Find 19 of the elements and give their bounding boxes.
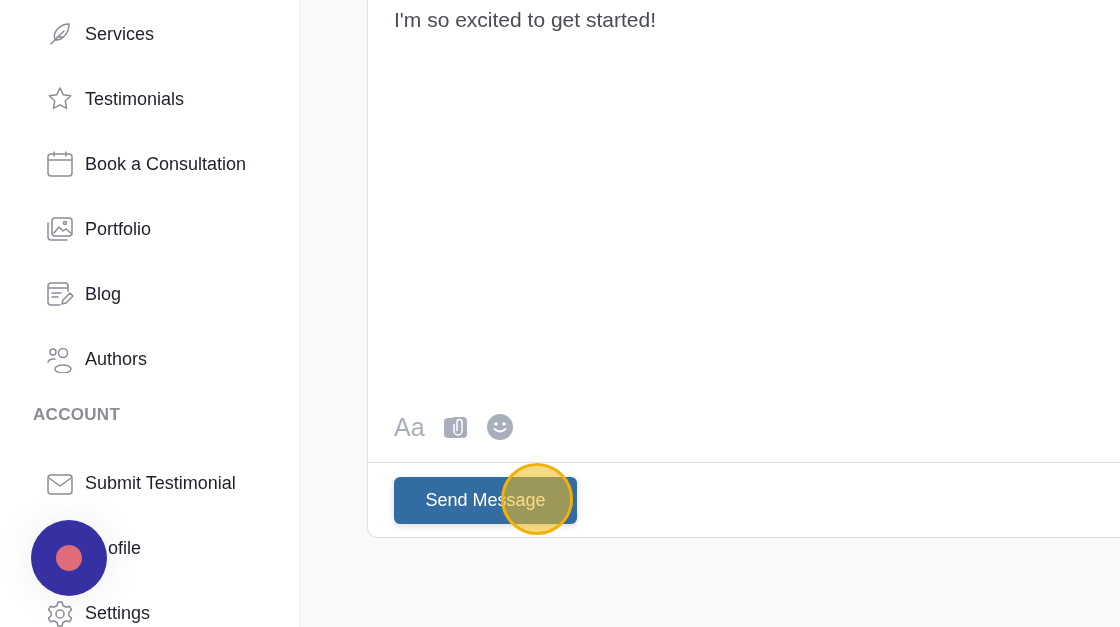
emoji-icon[interactable] xyxy=(486,414,513,441)
images-icon xyxy=(46,215,74,243)
gear-icon xyxy=(46,599,74,627)
message-field[interactable]: I'm so excited to get started! xyxy=(368,0,1120,409)
blog-icon xyxy=(46,280,74,308)
sidebar-link[interactable]: Submit Testimonial xyxy=(85,470,236,497)
sidebar-link[interactable]: Book a Consultation xyxy=(85,150,247,178)
sidebar-link[interactable]: ofile xyxy=(108,535,142,562)
sidebar-link[interactable]: Settings xyxy=(85,600,151,627)
sidebar-link[interactable]: Portfolio xyxy=(85,215,152,243)
calendar-icon xyxy=(46,150,74,178)
message-text: I'm so excited to get started! xyxy=(394,8,656,31)
sidebar-link[interactable]: Services xyxy=(85,20,155,48)
sidebar-link[interactable]: Blog xyxy=(85,280,122,308)
people-icon xyxy=(46,345,74,373)
sidebar-link[interactable]: Authors xyxy=(85,345,148,373)
section-label: ACCOUNT xyxy=(32,404,122,426)
attachment-icon[interactable] xyxy=(442,415,469,440)
sidebar-link[interactable]: Testimonials xyxy=(85,85,185,113)
